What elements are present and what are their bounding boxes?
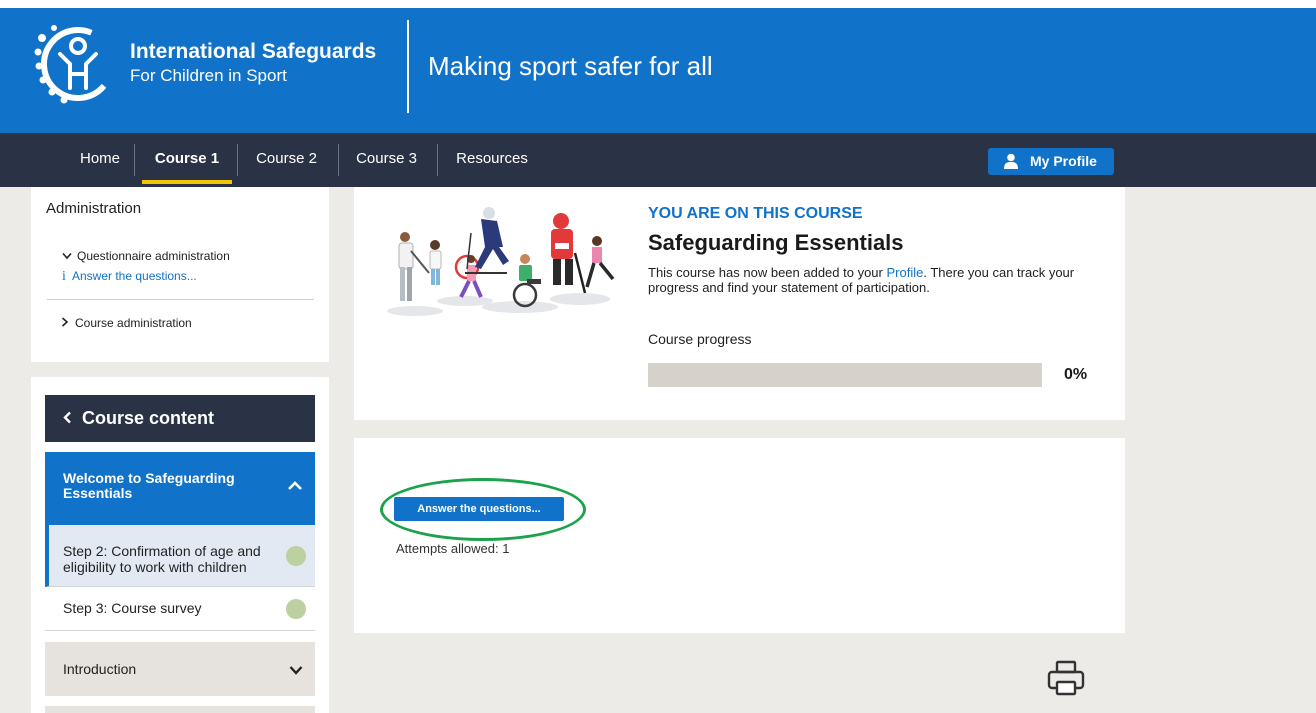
- questionnaire-administration-label: Questionnaire administration: [77, 249, 230, 263]
- step-item-current[interactable]: Step 2: Confirmation of age and eligibil…: [45, 525, 315, 587]
- chevron-right-icon: [61, 317, 69, 327]
- course-progress-percent: 0%: [1064, 366, 1088, 383]
- section-welcome-label: Welcome to Safeguarding Essentials: [63, 470, 235, 501]
- athletes-illustration: [387, 207, 615, 316]
- step-3-label: Step 3: Course survey: [63, 600, 202, 616]
- section-next[interactable]: [45, 706, 315, 713]
- administration-title: Administration: [46, 200, 142, 217]
- child-figure-logo-icon[interactable]: [30, 18, 120, 108]
- nav-separator: [338, 144, 339, 176]
- nav-active-underline: [142, 180, 232, 184]
- course-description: This course has now been added to your P…: [648, 265, 1108, 295]
- course-status: YOU ARE ON THIS COURSE: [648, 205, 863, 222]
- chevron-down-icon: [62, 252, 72, 260]
- tagline: Making sport safer for all: [428, 51, 713, 81]
- brand-subtitle: For Children in Sport: [130, 66, 287, 85]
- attempts-allowed: Attempts allowed: 1: [396, 541, 510, 556]
- brand-divider: [407, 20, 409, 113]
- answer-questions-button[interactable]: Answer the questions...: [394, 497, 564, 521]
- nav-item-course-1[interactable]: Course 1: [142, 133, 232, 187]
- answer-questions-link-label: Answer the questions...: [72, 269, 197, 283]
- user-icon: [1004, 153, 1018, 169]
- step-2-label: Step 2: Confirmation of age and eligibil…: [63, 543, 261, 575]
- step-status-dot: [286, 546, 306, 566]
- brand-title: International Safeguards: [130, 40, 377, 63]
- activity-card: [354, 438, 1125, 633]
- nav-separator: [237, 144, 238, 176]
- step-item[interactable]: Step 3: Course survey: [45, 587, 315, 631]
- print-icon[interactable]: [1047, 660, 1085, 696]
- step-status-dot: [286, 599, 306, 619]
- section-introduction[interactable]: Introduction: [45, 642, 315, 696]
- nav-item-resources[interactable]: Resources: [443, 133, 541, 187]
- course-administration-label: Course administration: [75, 316, 192, 330]
- nav-separator: [437, 144, 438, 176]
- profile-link[interactable]: Profile: [886, 265, 923, 280]
- answer-questions-admin-link[interactable]: i Answer the questions...: [62, 269, 197, 285]
- section-welcome[interactable]: Welcome to Safeguarding Essentials: [45, 452, 315, 525]
- nav-item-course-3[interactable]: Course 3: [344, 133, 429, 187]
- course-content-header[interactable]: Course content: [45, 395, 315, 442]
- site-header: International Safeguards For Children in…: [0, 8, 1316, 133]
- my-profile-label: My Profile: [1030, 153, 1097, 169]
- course-content-label: Course content: [82, 408, 215, 428]
- chevron-left-icon: [63, 411, 71, 424]
- nav-item-home[interactable]: Home: [66, 133, 134, 187]
- course-description-start: This course has now been added to your: [648, 265, 887, 280]
- course-progress-label: Course progress: [648, 331, 752, 347]
- course-progress-bar: [648, 363, 1042, 387]
- info-icon: i: [62, 269, 66, 284]
- course-administration-toggle[interactable]: Course administration: [61, 316, 192, 330]
- nav-item-course-2[interactable]: Course 2: [244, 133, 329, 187]
- nav-separator: [134, 144, 135, 176]
- divider: [47, 299, 314, 300]
- questionnaire-administration-toggle[interactable]: Questionnaire administration: [61, 249, 230, 263]
- my-profile-button[interactable]: My Profile: [988, 148, 1114, 175]
- chevron-up-icon: [288, 481, 302, 490]
- chevron-down-icon: [289, 666, 303, 675]
- course-title: Safeguarding Essentials: [648, 230, 904, 255]
- section-introduction-label: Introduction: [63, 661, 137, 677]
